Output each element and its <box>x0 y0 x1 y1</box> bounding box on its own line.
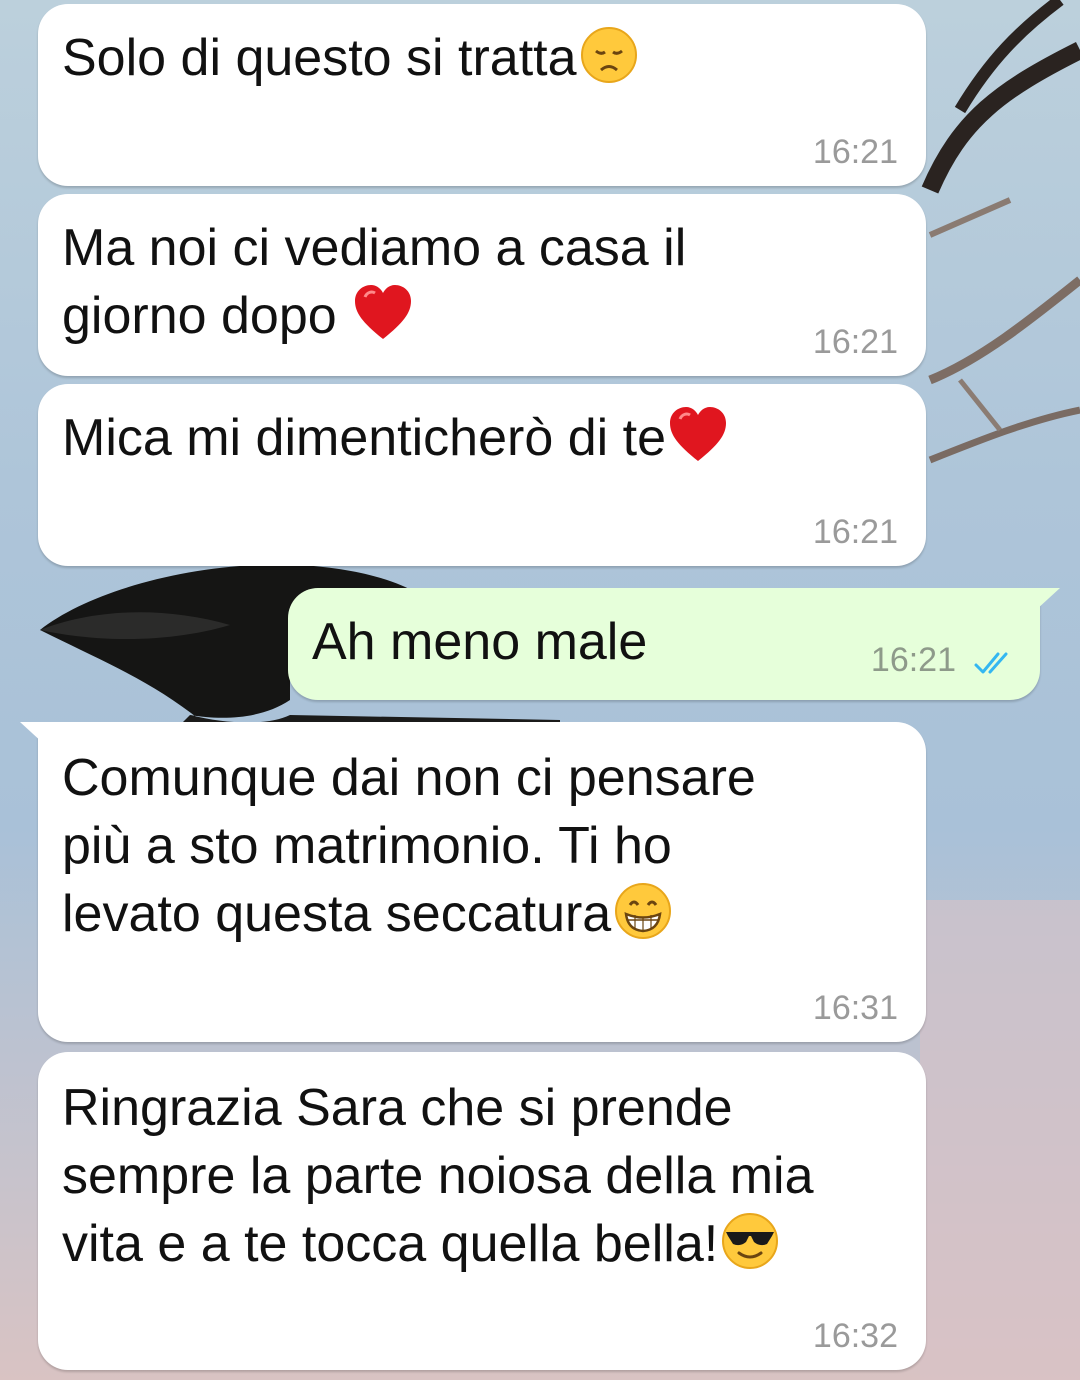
message-timestamp: 16:21 <box>812 133 898 171</box>
bubble-tail <box>20 722 44 744</box>
bubble-tail <box>1036 588 1060 610</box>
message-timestamp: 16:21 <box>812 323 898 361</box>
disappointed-face-emoji <box>579 25 639 85</box>
grinning-face-emoji <box>613 881 673 941</box>
message-timestamp: 16:32 <box>812 1317 898 1355</box>
message-text: Ringrazia Sara che si prende sempre la p… <box>62 1079 814 1273</box>
red-heart-emoji <box>668 405 728 465</box>
red-heart-emoji <box>353 283 413 343</box>
message-timestamp: 16:21 <box>812 513 898 551</box>
message-bubble-incoming[interactable]: Ringrazia Sara che si prende sempre la p… <box>38 1052 926 1370</box>
message-text: Comunque dai non ci pensare più a sto ma… <box>62 749 756 943</box>
message-text: Solo di questo si tratta <box>62 24 906 92</box>
message-bubble-incoming[interactable]: Comunque dai non ci pensare più a sto ma… <box>20 722 926 1042</box>
double-check-read-icon <box>974 652 1008 674</box>
message-bubble-outgoing[interactable]: Ah meno male 16:21 <box>288 588 1060 700</box>
message-timestamp: 16:31 <box>812 989 898 1027</box>
message-text: Ma noi ci vediamo a casa il giorno dopo <box>62 219 687 345</box>
message-timestamp: 16:21 <box>870 641 956 679</box>
message-bubble-incoming[interactable]: Solo di questo si tratta 16:21 <box>38 4 926 186</box>
sunglasses-face-emoji <box>720 1211 780 1271</box>
message-bubble-incoming[interactable]: Ma noi ci vediamo a casa il giorno dopo … <box>38 194 926 376</box>
message-text: Mica mi dimenticherò di te <box>62 404 906 472</box>
message-bubble-incoming[interactable]: Mica mi dimenticherò di te 16:21 <box>38 384 926 566</box>
